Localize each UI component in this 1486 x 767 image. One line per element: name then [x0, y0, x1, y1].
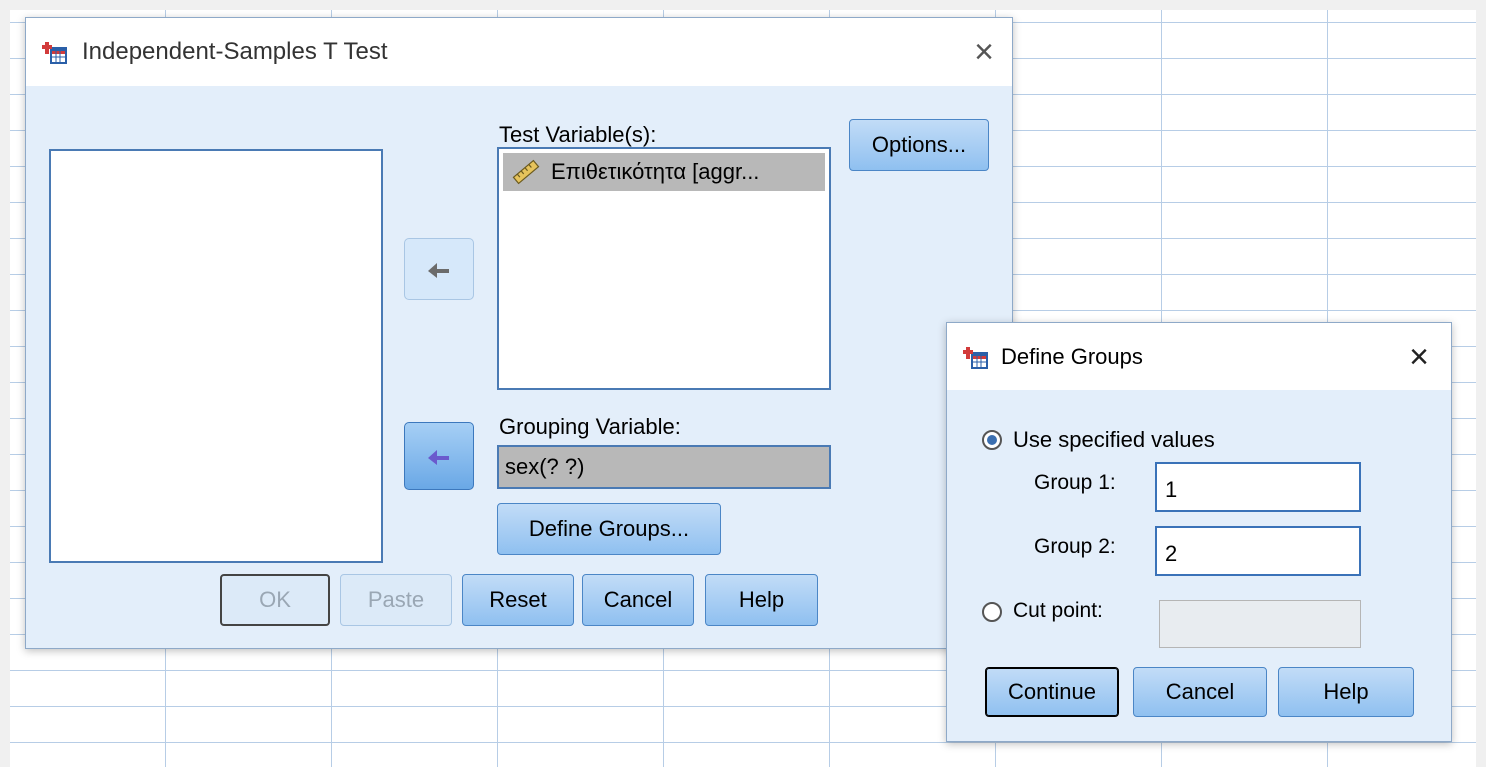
help-button[interactable]: Help: [705, 574, 818, 626]
use-specified-values-radio[interactable]: [982, 430, 1002, 450]
spss-app-icon: [42, 39, 68, 65]
group1-label: Group 1:: [1034, 471, 1116, 494]
use-specified-values-label[interactable]: Use specified values: [1013, 427, 1215, 453]
move-to-test-variables-button[interactable]: [404, 238, 474, 300]
main-dialog-title: Independent-Samples T Test: [82, 38, 388, 65]
test-variables-list[interactable]: Επιθετικότητα [aggr...: [497, 147, 831, 390]
close-icon[interactable]: ×: [1409, 340, 1429, 374]
define-groups-button[interactable]: Define Groups...: [497, 503, 721, 555]
independent-samples-t-test-dialog: Independent-Samples T Test × Test Variab…: [25, 17, 1013, 649]
group2-label: Group 2:: [1034, 535, 1116, 558]
options-button[interactable]: Options...: [849, 119, 989, 171]
test-variable-name: Επιθετικότητα [aggr...: [551, 159, 760, 184]
reset-button[interactable]: Reset: [462, 574, 574, 626]
grouping-variable-field[interactable]: sex(? ?): [497, 445, 831, 489]
cancel-button[interactable]: Cancel: [1133, 667, 1267, 717]
cancel-button[interactable]: Cancel: [582, 574, 694, 626]
group2-input[interactable]: [1155, 526, 1361, 576]
main-titlebar: Independent-Samples T Test ×: [26, 18, 1012, 86]
list-item[interactable]: Επιθετικότητα [aggr...: [503, 153, 825, 191]
source-variable-list[interactable]: [49, 149, 383, 563]
define-groups-dialog: Define Groups × Use specified values Gro…: [946, 322, 1452, 742]
help-button[interactable]: Help: [1278, 667, 1414, 717]
ok-button[interactable]: OK: [220, 574, 330, 626]
group1-input[interactable]: [1155, 462, 1361, 512]
grouping-variable-label: Grouping Variable:: [499, 414, 681, 439]
define-groups-titlebar: Define Groups ×: [947, 323, 1451, 390]
cut-point-input[interactable]: [1159, 600, 1361, 648]
continue-button[interactable]: Continue: [985, 667, 1119, 717]
test-variables-label: Test Variable(s):: [499, 122, 657, 147]
arrow-left-icon: [428, 261, 449, 278]
grouping-variable-value: sex(? ?): [505, 454, 585, 479]
move-to-grouping-variable-button[interactable]: [404, 422, 474, 490]
cut-point-radio[interactable]: [982, 602, 1002, 622]
cut-point-label[interactable]: Cut point:: [1013, 599, 1103, 623]
spss-app-icon: [963, 344, 989, 370]
ruler-icon: [511, 159, 541, 185]
arrow-left-icon: [428, 448, 449, 465]
define-groups-title: Define Groups: [1001, 343, 1143, 369]
paste-button[interactable]: Paste: [340, 574, 452, 626]
close-icon[interactable]: ×: [974, 35, 994, 69]
